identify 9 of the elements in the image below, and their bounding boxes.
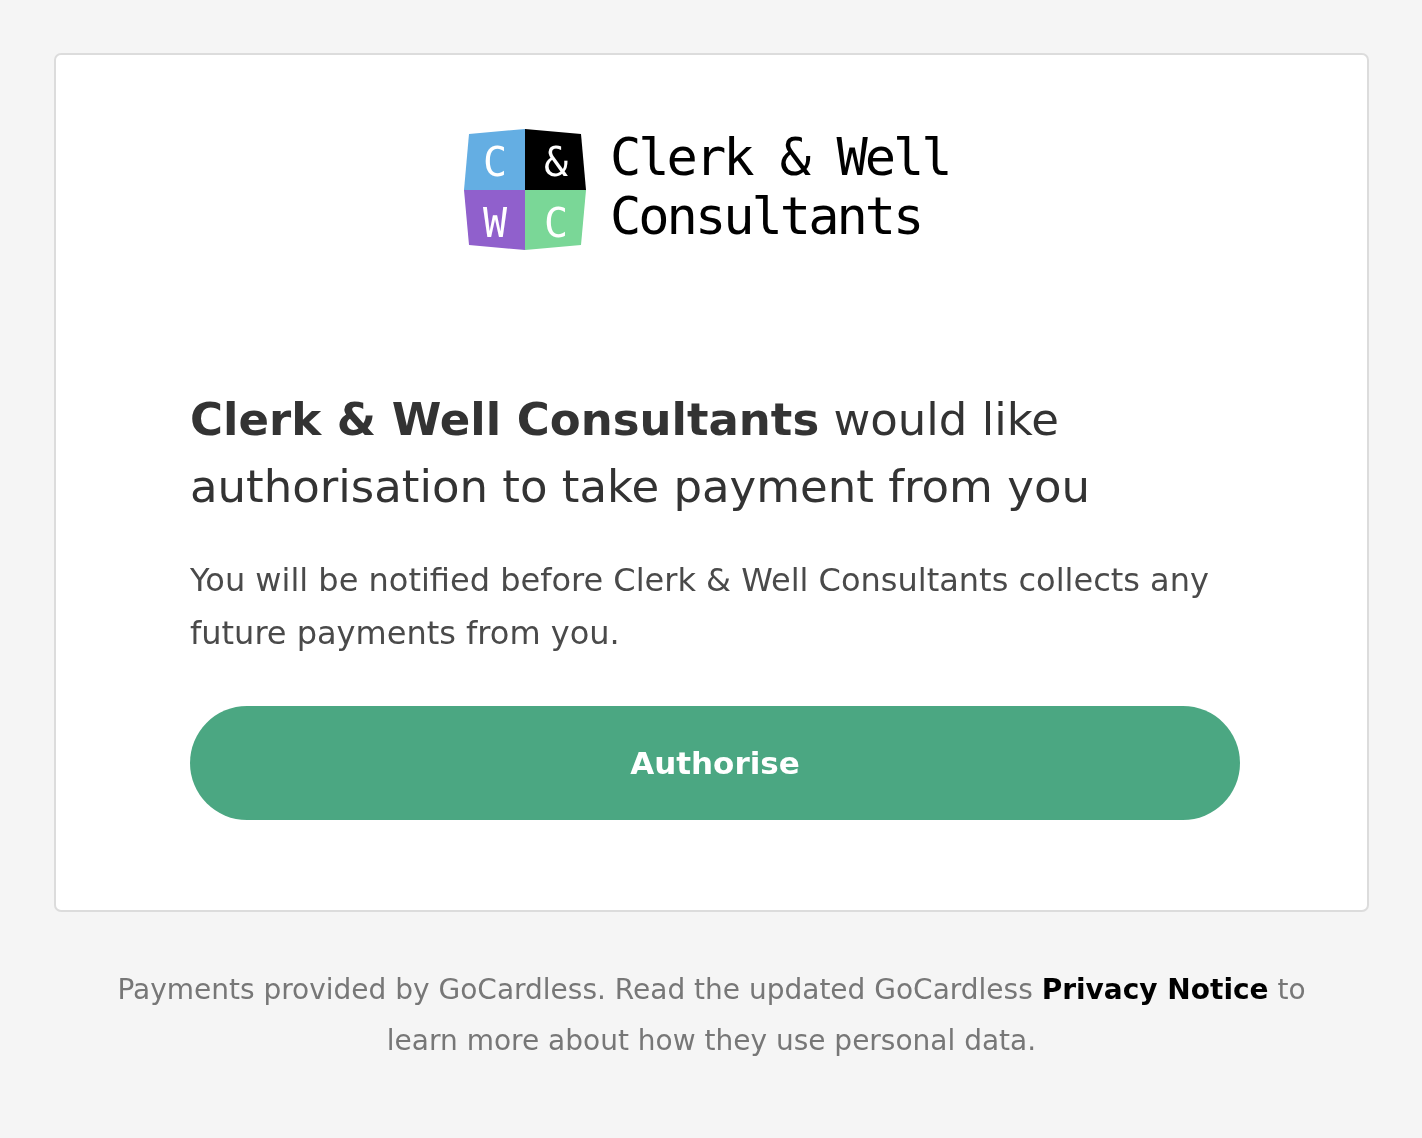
authorisation-heading: Clerk & Well Consultants would like authorisation to take payment from you bbox=[190, 392, 1091, 515]
logo-wordmark: Clerk & Well Consultants bbox=[610, 127, 951, 246]
footer-text: Payments provided by GoCardless. Read the updated GoCardless Privacy Notice to learn more about how they use personal data. bbox=[116, 972, 1307, 1059]
logo-letter: & bbox=[543, 139, 569, 185]
notification-text: You will be notified before Clerk & Well Consultants collects any future payments from you. bbox=[190, 560, 1210, 654]
logo-letter: C bbox=[482, 139, 508, 185]
logo-letter: C bbox=[543, 200, 569, 246]
privacy-notice-link[interactable]: Privacy Notice bbox=[1041, 973, 1269, 1006]
logo-letter: W bbox=[482, 200, 508, 246]
